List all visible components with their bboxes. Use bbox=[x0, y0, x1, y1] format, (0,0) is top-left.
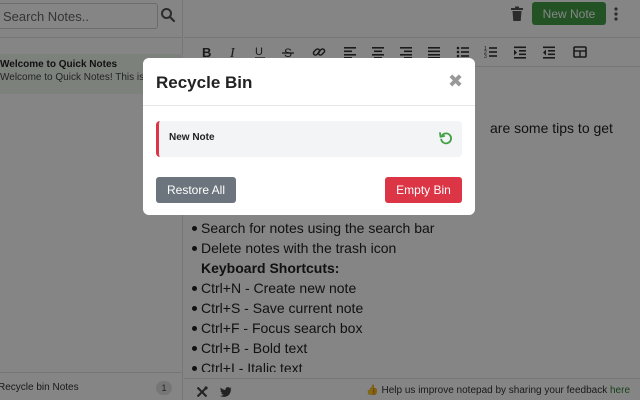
dialog-actions: Restore All Empty Bin bbox=[143, 166, 475, 215]
empty-bin-button[interactable]: Empty Bin bbox=[385, 177, 462, 203]
restore-icon[interactable] bbox=[439, 131, 453, 145]
recycle-bin-dialog: Recycle Bin ✖ New Note Restore All Empty… bbox=[143, 58, 475, 215]
dialog-header: Recycle Bin ✖ bbox=[143, 58, 475, 106]
restore-all-button[interactable]: Restore All bbox=[156, 177, 236, 203]
dialog-title: Recycle Bin bbox=[156, 73, 253, 92]
close-icon[interactable]: ✖ bbox=[448, 72, 463, 90]
recycle-bin-item: New Note bbox=[156, 121, 462, 157]
recycle-bin-item-title: New Note bbox=[169, 132, 215, 143]
